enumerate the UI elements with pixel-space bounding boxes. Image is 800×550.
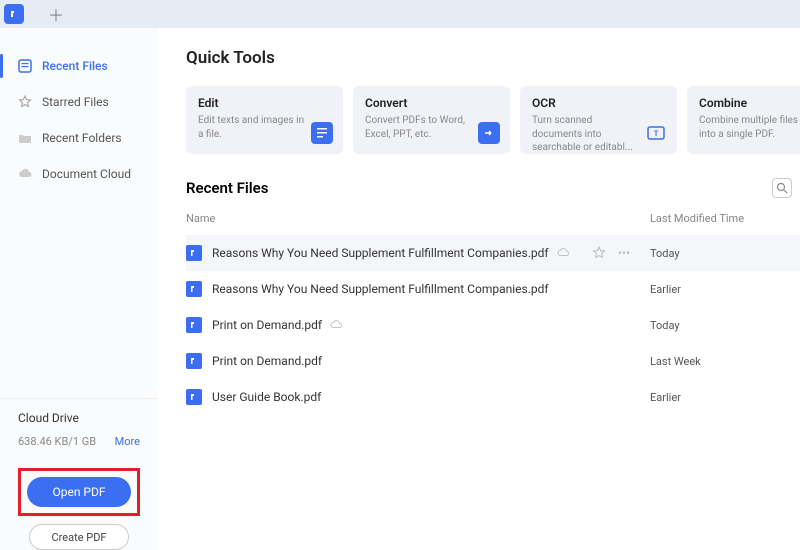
table-row[interactable]: Reasons Why You Need Supplement Fulfillm… xyxy=(186,271,800,307)
cloud-drive-title: Cloud Drive xyxy=(18,411,140,425)
tool-combine[interactable]: Combine Combine multiple files into a si… xyxy=(687,86,800,154)
pdf-file-icon xyxy=(186,317,202,333)
file-name: Print on Demand.pdf xyxy=(212,318,322,332)
tool-desc: Edit texts and images in a file. xyxy=(198,114,308,141)
table-row[interactable]: Print on Demand.pdf Today xyxy=(186,307,800,343)
sidebar-item-recent-files[interactable]: Recent Files xyxy=(0,48,158,84)
cloud-more-link[interactable]: More xyxy=(115,435,140,448)
cloud-icon xyxy=(557,247,569,259)
pdf-file-icon xyxy=(186,353,202,369)
cloud-usage: 638.46 KB/1 GB xyxy=(18,435,96,448)
tool-desc: Turn scanned documents into searchable o… xyxy=(532,114,642,155)
new-tab-button[interactable]: ＋ xyxy=(48,2,64,26)
tool-ocr[interactable]: OCR Turn scanned documents into searchab… xyxy=(520,86,677,154)
star-icon xyxy=(18,95,32,109)
open-pdf-highlight: Open PDF xyxy=(18,468,140,516)
sidebar-item-label: Starred Files xyxy=(42,95,109,109)
star-icon[interactable] xyxy=(592,246,606,260)
file-list: Reasons Why You Need Supplement Fulfillm… xyxy=(186,235,800,415)
sidebar-item-label: Document Cloud xyxy=(42,167,131,181)
main-content: Quick Tools Edit Edit texts and images i… xyxy=(158,28,800,550)
file-name: Reasons Why You Need Supplement Fulfillm… xyxy=(212,282,549,296)
pdf-file-icon xyxy=(186,245,202,261)
create-pdf-button[interactable]: Create PDF xyxy=(29,524,129,550)
cloud-icon xyxy=(18,167,32,181)
search-button[interactable] xyxy=(772,178,792,198)
sidebar-item-label: Recent Folders xyxy=(42,131,122,145)
file-time: Earlier xyxy=(650,283,800,296)
tool-desc: Combine multiple files into a single PDF… xyxy=(699,114,800,141)
edit-icon xyxy=(311,122,333,144)
convert-icon xyxy=(478,122,500,144)
file-time: Last Week xyxy=(650,355,800,368)
tool-title: Convert xyxy=(365,96,498,110)
tool-convert[interactable]: Convert Convert PDFs to Word, Excel, PPT… xyxy=(353,86,510,154)
pdf-file-icon xyxy=(186,389,202,405)
table-row[interactable]: Print on Demand.pdf Last Week xyxy=(186,343,800,379)
file-name: Reasons Why You Need Supplement Fulfillm… xyxy=(212,246,549,260)
file-time: Today xyxy=(650,247,800,260)
sidebar-item-label: Recent Files xyxy=(42,59,108,73)
open-pdf-button[interactable]: Open PDF xyxy=(27,477,131,507)
sidebar: Recent Files Starred Files Recent Folder… xyxy=(0,28,158,550)
table-row[interactable]: User Guide Book.pdf Earlier xyxy=(186,379,800,415)
app-logo-icon xyxy=(4,4,24,24)
cloud-icon xyxy=(330,319,342,331)
file-name: Print on Demand.pdf xyxy=(212,354,322,368)
tool-title: OCR xyxy=(532,96,665,110)
file-time: Earlier xyxy=(650,391,800,404)
sidebar-item-document-cloud[interactable]: Document Cloud xyxy=(0,156,158,192)
pdf-file-icon xyxy=(186,281,202,297)
sidebar-item-recent-folders[interactable]: Recent Folders xyxy=(0,120,158,156)
ocr-icon: T xyxy=(645,122,667,144)
tool-edit[interactable]: Edit Edit texts and images in a file. xyxy=(186,86,343,154)
table-row[interactable]: Reasons Why You Need Supplement Fulfillm… xyxy=(186,235,800,271)
svg-text:T: T xyxy=(654,130,659,138)
tool-title: Combine xyxy=(699,96,800,110)
quick-tools-heading: Quick Tools xyxy=(186,48,800,68)
recent-icon xyxy=(18,59,32,73)
file-time: Today xyxy=(650,319,800,332)
sidebar-item-starred-files[interactable]: Starred Files xyxy=(0,84,158,120)
title-bar: ＋ xyxy=(0,0,800,28)
folder-icon xyxy=(18,131,32,145)
more-icon[interactable]: ••• xyxy=(618,246,630,260)
quick-tools-row: Edit Edit texts and images in a file. Co… xyxy=(186,86,800,154)
table-header: Name Last Modified Time xyxy=(186,212,800,235)
tool-title: Edit xyxy=(198,96,331,110)
column-name: Name xyxy=(186,212,650,225)
recent-files-heading: Recent Files xyxy=(186,179,268,197)
tool-desc: Convert PDFs to Word, Excel, PPT, etc. xyxy=(365,114,475,141)
file-name: User Guide Book.pdf xyxy=(212,390,321,404)
column-time: Last Modified Time xyxy=(650,212,800,225)
